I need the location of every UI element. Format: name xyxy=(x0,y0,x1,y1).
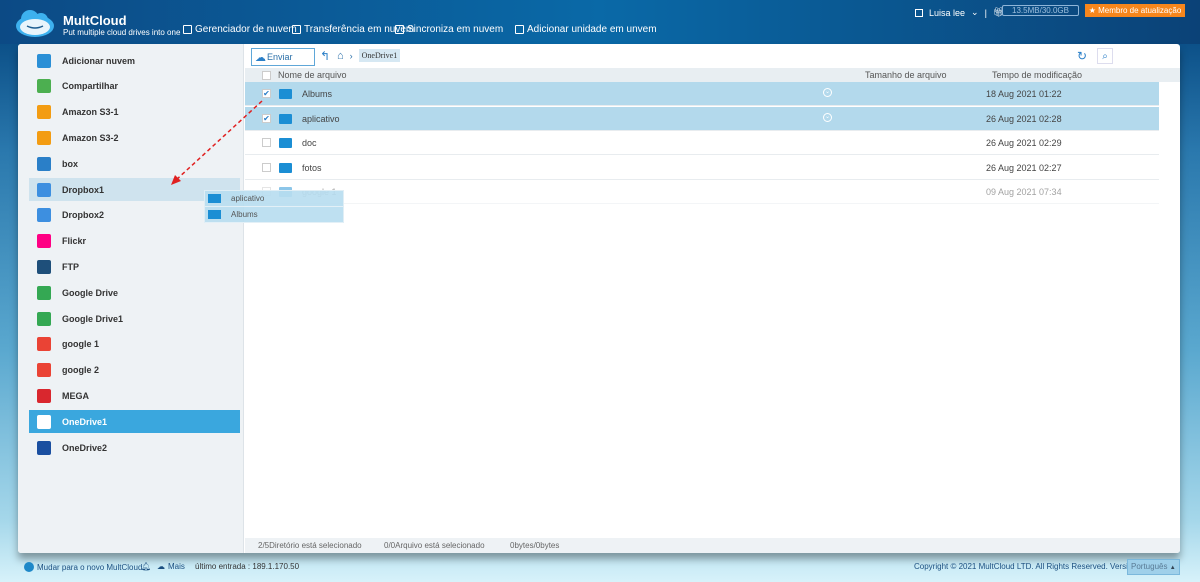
more-label: Mais xyxy=(168,562,185,571)
drag-arrow xyxy=(171,100,263,185)
language-label: Português xyxy=(1131,562,1168,571)
switch-new-link[interactable]: Mudar para o novo MultCloud xyxy=(24,562,142,572)
sync-circle-icon xyxy=(24,562,34,572)
bell-icon[interactable]: 🔔︎ xyxy=(141,562,151,571)
switch-label: Mudar para o novo MultCloud xyxy=(37,562,143,572)
caret-up-icon: ▲ xyxy=(1169,565,1176,571)
language-select[interactable]: Português ▲ xyxy=(1127,559,1180,575)
last-login: último entrada : 189.1.170.50 xyxy=(195,562,300,571)
cloud-icon: ☁ xyxy=(157,562,165,571)
copyright: Copyright © 2021 MultCloud LTD. All Righ… xyxy=(914,562,1157,571)
more-link[interactable]: ☁ Mais xyxy=(157,562,185,571)
